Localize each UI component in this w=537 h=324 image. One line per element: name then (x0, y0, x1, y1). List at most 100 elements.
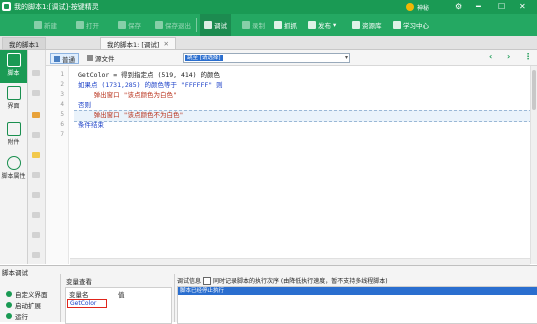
normal-view-button[interactable]: 普通 (50, 53, 79, 64)
attachment-icon (6, 122, 21, 136)
user-name[interactable]: 神秘 (417, 3, 429, 12)
tab-script-debug-label: 我的脚本1: [调试] (107, 40, 160, 49)
script-icon (6, 53, 21, 67)
folder-icon[interactable] (32, 152, 40, 158)
debug-log-header: 调试信息 同时记录脚本的执行次序 (由降低执行速度，暂不支持多线程脚本) (177, 276, 388, 285)
record-label: 录制 (252, 22, 265, 30)
user-avatar[interactable] (406, 3, 414, 11)
new-file-icon (34, 21, 42, 29)
resource-library-button[interactable]: 资源库 (352, 14, 382, 36)
toolbar-divider (196, 18, 197, 32)
column-header-name[interactable]: 变量名 (69, 289, 89, 299)
command-gutter (28, 50, 46, 264)
code-line[interactable]: 弹出窗口 "该点颜色不为白色" (78, 110, 184, 120)
sidebar-item-properties[interactable]: 脚本属性 (0, 156, 27, 180)
line-number: 1 (60, 71, 64, 78)
variable-viewer-title: 变量查看 (66, 278, 92, 286)
sidebar-item-attachment[interactable]: 附件 (0, 122, 27, 146)
chevron-down-icon: ▾ (333, 21, 337, 29)
debug-button[interactable]: 调试 (200, 14, 231, 36)
open-label: 打开 (86, 22, 99, 30)
record-order-checkbox[interactable] (203, 276, 212, 285)
command-icon[interactable] (32, 70, 40, 76)
command-icon[interactable] (32, 172, 40, 178)
tab-script-debug[interactable]: 我的脚本1: [调试] ✕ (100, 37, 176, 49)
debug-panel-title: 脚本调试 (2, 269, 28, 277)
main-toolbar: 新建 打开 保存 保存退出 调试 录制 抓抓 发布 ▾ 资源库 学习中心 (0, 14, 537, 36)
code-line[interactable]: 否则 (78, 100, 91, 110)
prev-arrow-icon[interactable]: ‹ (489, 52, 492, 61)
debug-log-output[interactable]: 脚本已经停止执行 (177, 286, 537, 324)
log-line[interactable]: 脚本已经停止执行 (178, 287, 537, 295)
debug-item-run[interactable]: 运行 (6, 311, 28, 321)
capture-button[interactable]: 抓抓 (274, 14, 297, 36)
resource-library-label: 资源库 (362, 22, 382, 30)
block-jump-value: 跳至 [请选择] (185, 55, 223, 61)
source-view-button[interactable]: 源文件 (84, 53, 118, 63)
chevron-down-icon: ▾ (344, 54, 348, 61)
close-icon[interactable]: ✕ (163, 40, 168, 48)
document-tabs: 我的脚本1 我的脚本1: [调试] ✕ (0, 36, 537, 50)
status-dot-icon (6, 291, 12, 297)
record-button[interactable]: 录制 (242, 14, 265, 36)
new-label: 新建 (44, 22, 57, 30)
save-exit-button[interactable]: 保存退出 (155, 14, 191, 36)
code-line[interactable]: 条件结束 (78, 120, 104, 130)
play-icon (204, 21, 212, 29)
debug-item-extension[interactable]: 启动扩展 (6, 300, 41, 310)
breakpoint-icon[interactable] (32, 112, 40, 118)
publish-label: 发布 (318, 22, 331, 30)
more-icon[interactable]: ⋮ (524, 52, 532, 61)
command-icon[interactable] (32, 132, 40, 138)
scroll-thumb[interactable] (532, 70, 536, 110)
command-icon[interactable] (32, 90, 40, 96)
close-button[interactable]: ✕ (519, 2, 526, 11)
command-icon[interactable] (32, 212, 40, 218)
table-row[interactable]: GetColor (67, 299, 107, 308)
line-numbers: 1 2 3 4 5 6 7 (46, 66, 69, 264)
sidebar-item-label: 脚本属性 (1, 173, 26, 180)
capture-label: 抓抓 (284, 22, 297, 30)
code-line[interactable]: GetColor = 得到指定点 (519, 414) 的颜色 (78, 70, 220, 80)
code-line[interactable]: 弹出窗口 "该点颜色为白色" (78, 90, 177, 100)
tab-script[interactable]: 我的脚本1 (2, 37, 47, 49)
sidebar-item-interface[interactable]: 界面 (0, 86, 27, 110)
debug-log-panel: 调试信息 同时记录脚本的执行次序 (由降低执行速度，暂不支持多线程脚本) 脚本已… (174, 274, 537, 324)
command-icon[interactable] (32, 192, 40, 198)
settings-icon[interactable]: ⚙ (455, 2, 462, 11)
line-number: 5 (60, 111, 64, 118)
minimize-button[interactable]: ━ (476, 2, 481, 11)
sidebar-item-script[interactable]: 脚本 (0, 50, 27, 83)
app-logo-icon (2, 2, 11, 11)
debug-item-label: 运行 (15, 313, 28, 321)
learning-center-button[interactable]: 学习中心 (393, 14, 429, 36)
open-folder-icon (76, 21, 84, 29)
title-bar: 我的脚本1:[调试]-按键精灵 神秘 ⚙ ━ ☐ ✕ (0, 0, 537, 14)
sidebar-item-label: 附件 (7, 139, 20, 146)
record-order-label: 同时记录脚本的执行次序 (由降低执行速度，暂不支持多线程脚本) (213, 278, 388, 285)
tab-script-label: 我的脚本1 (9, 40, 40, 49)
normal-view-label: 普通 (62, 55, 75, 64)
next-arrow-icon[interactable]: › (507, 52, 510, 61)
variable-table[interactable]: 变量名 值 GetColor (65, 287, 172, 324)
block-jump-select[interactable]: 跳至 [请选择] ▾ (183, 53, 350, 63)
maximize-button[interactable]: ☐ (498, 2, 505, 11)
code-editor[interactable]: GetColor = 得到指定点 (519, 414) 的颜色 如果点 (173… (70, 66, 537, 264)
command-icon[interactable] (32, 252, 40, 258)
open-button[interactable]: 打开 (76, 14, 99, 36)
save-button[interactable]: 保存 (118, 14, 141, 36)
column-header-value[interactable]: 值 (118, 289, 125, 299)
debug-item-label: 启动扩展 (15, 302, 41, 310)
horizontal-scrollbar[interactable] (70, 258, 530, 265)
debug-item-custom-ui[interactable]: 自定义界面 (6, 289, 48, 299)
new-button[interactable]: 新建 (34, 14, 57, 36)
source-view-icon (87, 54, 93, 61)
publish-button[interactable]: 发布 ▾ (308, 14, 336, 36)
command-icon[interactable] (32, 232, 40, 238)
code-line[interactable]: 如果点 (1731,285) 的颜色等于 "FFFFFF" 则 (78, 80, 223, 90)
debug-label: 调试 (214, 22, 227, 30)
vertical-scrollbar[interactable] (530, 66, 537, 264)
window-title: 我的脚本1:[调试]-按键精灵 (14, 3, 99, 11)
normal-view-icon (54, 55, 60, 62)
line-number: 6 (60, 121, 64, 128)
